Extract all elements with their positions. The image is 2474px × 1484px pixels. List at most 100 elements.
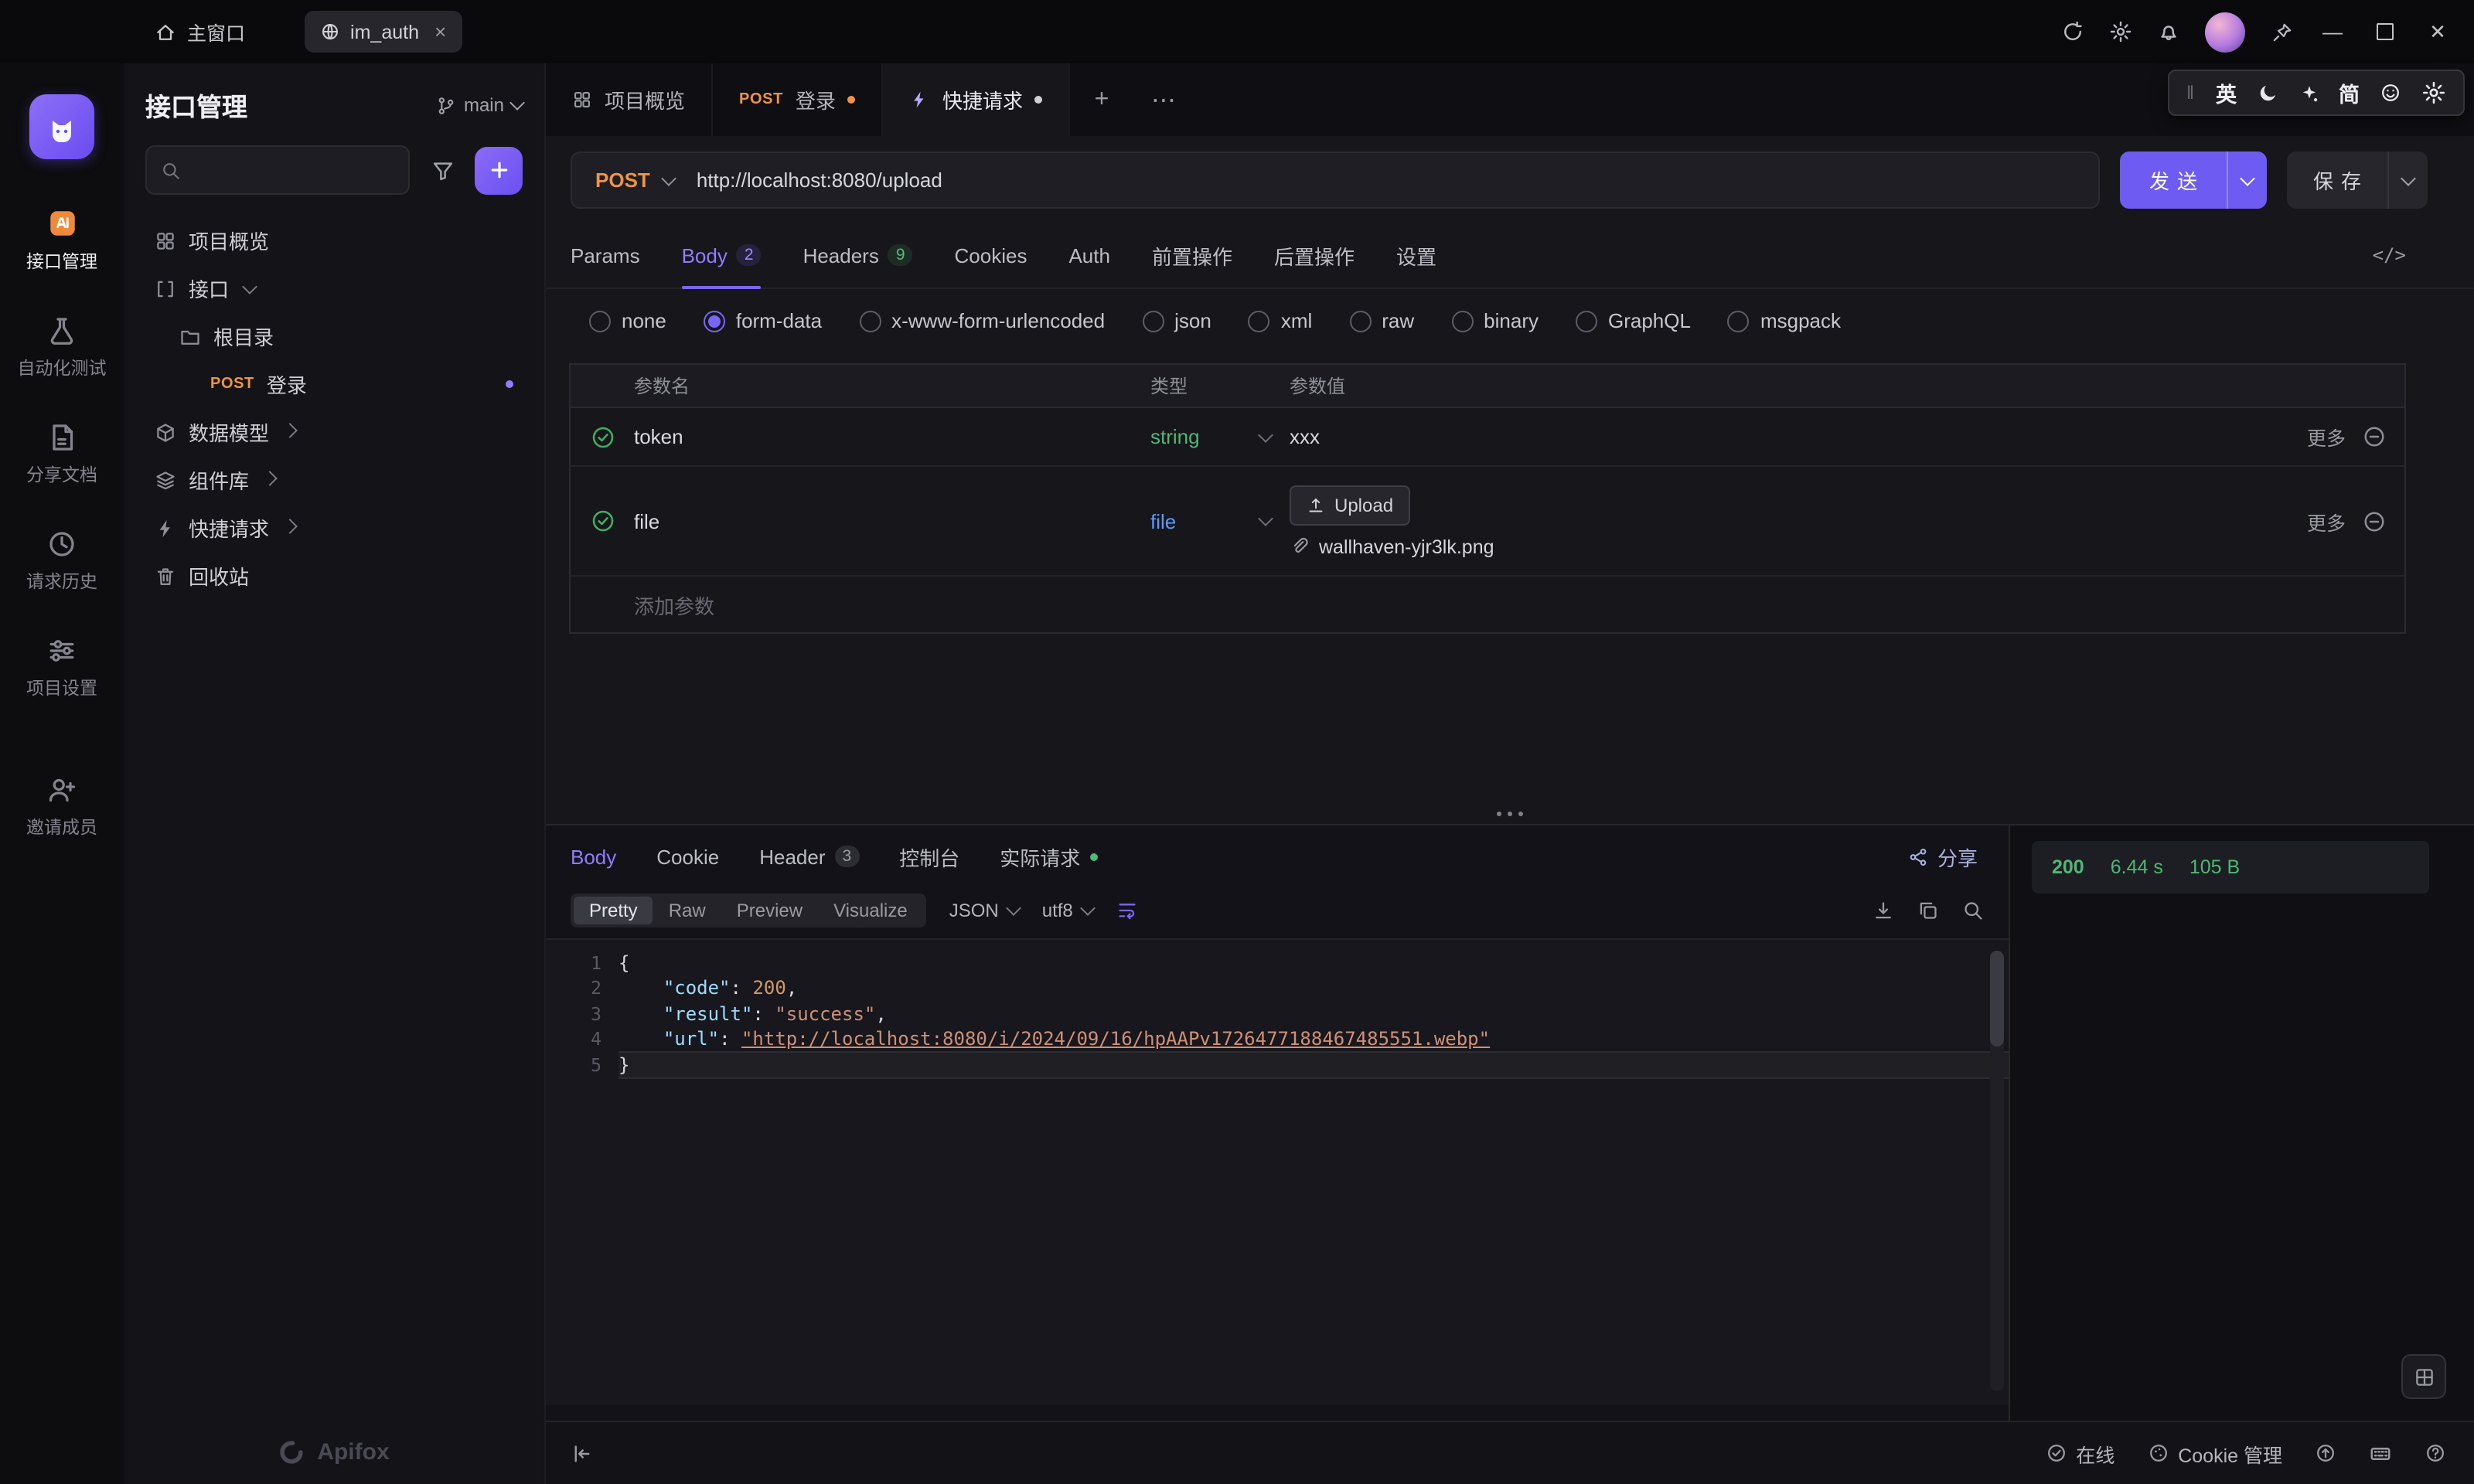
rail-item-request-history[interactable]: 请求历史 (0, 529, 124, 594)
body-type-xml[interactable]: xml (1248, 309, 1312, 332)
search-icon[interactable] (1962, 900, 1984, 921)
save-options-caret[interactable] (2387, 151, 2428, 209)
row-more-button[interactable]: 更多 (2307, 422, 2346, 451)
body-type-x-www-form-urlencoded[interactable]: x-www-form-urlencoded (859, 309, 1105, 332)
ime-simplified-toggle[interactable]: 简 (2339, 77, 2360, 108)
sidebar-item-apis[interactable]: 接口 (124, 264, 544, 312)
param-value-cell[interactable]: xxx (1290, 425, 2262, 448)
param-name-cell[interactable]: file (634, 509, 1150, 533)
body-type-none[interactable]: none (589, 309, 666, 332)
rail-item-share-docs[interactable]: 分享文档 (0, 422, 124, 487)
add-new-button[interactable] (475, 146, 523, 194)
param-type-select[interactable]: file (1150, 509, 1290, 533)
sidebar-item-login-api[interactable]: POST 登录 (124, 360, 544, 408)
tab-body[interactable]: Body 2 (681, 223, 762, 289)
format-select[interactable]: JSON (949, 900, 1021, 921)
add-param-row[interactable]: 添加参数 (571, 577, 2404, 632)
tab-close-icon[interactable]: × (434, 20, 446, 43)
body-type-msgpack[interactable]: msgpack (1727, 309, 1841, 332)
remove-row-icon[interactable] (2363, 425, 2386, 448)
response-body-editor[interactable]: 1 2 3 4 5 { "code": 200, "result": "success"… (546, 938, 2009, 1405)
app-logo[interactable] (29, 94, 94, 159)
tab-overflow-menu[interactable]: ⋯ (1133, 63, 1194, 136)
tab-pre-operations[interactable]: 前置操作 (1152, 223, 1232, 288)
emoji-smiley-icon[interactable] (2380, 82, 2401, 104)
settings-gear-icon[interactable] (2098, 10, 2142, 53)
scrollbar-thumb[interactable] (1990, 951, 2004, 1047)
user-avatar[interactable] (2205, 12, 2245, 52)
sidebar-item-component-library[interactable]: 组件库 (124, 456, 544, 504)
refresh-icon[interactable] (2050, 10, 2094, 53)
ime-drag-handle[interactable]: ‖ (2186, 82, 2196, 104)
send-options-caret[interactable] (2226, 151, 2267, 209)
tab-post-operations[interactable]: 后置操作 (1274, 223, 1355, 288)
body-type-raw[interactable]: raw (1349, 309, 1414, 332)
row-more-button[interactable]: 更多 (2307, 506, 2346, 536)
rail-item-auto-test[interactable]: 自动化测试 (0, 315, 124, 380)
param-type-select[interactable]: string (1150, 425, 1290, 448)
sidebar-item-project-overview[interactable]: 项目概览 (124, 216, 544, 264)
enabled-check-icon[interactable] (590, 424, 615, 449)
editor-scrollbar[interactable] (1990, 951, 2004, 1391)
tab-settings[interactable]: 设置 (1396, 223, 1436, 288)
sidebar-item-recycle-bin[interactable]: 回收站 (124, 552, 544, 600)
response-tab-actual-request[interactable]: 实际请求 (1000, 842, 1098, 871)
window-tab-im-auth[interactable]: im_auth × (304, 11, 462, 53)
minimize-button[interactable]: — (2309, 10, 2356, 53)
sidebar-item-quick-request[interactable]: 快捷请求 (124, 504, 544, 552)
view-pretty[interactable]: Pretty (574, 897, 653, 924)
close-window-button[interactable]: ✕ (2414, 10, 2462, 53)
word-wrap-toggle-icon[interactable] (1116, 900, 1138, 921)
body-type-form-data[interactable]: form-data (703, 309, 822, 332)
method-select[interactable]: POST (572, 168, 697, 192)
tab-headers[interactable]: Headers 9 (803, 223, 913, 288)
copy-icon[interactable] (1917, 900, 1939, 921)
tab-auth[interactable]: Auth (1068, 223, 1110, 288)
rail-item-api-management[interactable]: 接口管理 (0, 207, 124, 274)
collapse-sidebar-icon[interactable] (571, 1441, 594, 1465)
body-type-json[interactable]: json (1142, 309, 1211, 332)
body-type-binary[interactable]: binary (1451, 309, 1539, 332)
home-window-button[interactable]: 主窗口 (155, 17, 245, 46)
send-button[interactable]: 发送 (2119, 151, 2267, 209)
encoding-select[interactable]: utf8 (1042, 900, 1096, 921)
rail-item-invite-members[interactable]: 邀请成员 (0, 774, 124, 839)
share-button[interactable]: 分享 (1908, 842, 1978, 871)
panel-splitter-handle[interactable] (546, 804, 2474, 824)
ime-settings-gear-icon[interactable] (2421, 80, 2446, 105)
body-type-graphql[interactable]: GraphQL (1576, 309, 1691, 332)
tab-params[interactable]: Params (571, 223, 640, 288)
response-tab-body[interactable]: Body (571, 845, 616, 868)
save-button[interactable]: 保存 (2286, 151, 2428, 209)
view-visualize[interactable]: Visualize (818, 897, 923, 924)
rail-item-project-settings[interactable]: 项目设置 (0, 635, 124, 700)
branch-selector[interactable]: main (436, 94, 525, 116)
filter-icon[interactable] (422, 150, 462, 190)
view-preview[interactable]: Preview (721, 897, 818, 924)
param-name-cell[interactable]: token (634, 425, 1150, 448)
upgrade-button[interactable] (2315, 1442, 2336, 1464)
new-tab-button[interactable]: + (1071, 63, 1133, 136)
response-tab-cookie[interactable]: Cookie (656, 845, 719, 868)
download-icon[interactable] (1873, 900, 1894, 921)
remove-row-icon[interactable] (2363, 509, 2386, 533)
online-status[interactable]: 在线 (2045, 1438, 2114, 1468)
attached-file[interactable]: wallhaven-yjr3lk.png (1290, 536, 2262, 557)
upload-button[interactable]: Upload (1290, 485, 1411, 525)
response-tab-console[interactable]: 控制台 (899, 842, 959, 871)
sparkle-punctuation-icon[interactable] (2299, 83, 2319, 103)
response-tab-header[interactable]: Header 3 (759, 845, 860, 868)
ime-language-toggle[interactable]: 英 (2216, 77, 2237, 108)
doc-tab-quick-request[interactable]: 快捷请求 (883, 63, 1071, 136)
shortcuts-button[interactable] (2369, 1441, 2392, 1465)
view-raw[interactable]: Raw (653, 897, 721, 924)
doc-tab-project-overview[interactable]: 项目概览 (546, 63, 714, 136)
url-input[interactable]: http://localhost:8080/upload (697, 168, 942, 192)
cookie-manager-button[interactable]: Cookie 管理 (2147, 1438, 2282, 1468)
maximize-button[interactable] (2361, 10, 2409, 53)
sidebar-item-data-models[interactable]: 数据模型 (124, 408, 544, 456)
doc-tab-login[interactable]: POST 登录 (713, 63, 884, 136)
search-input[interactable] (145, 145, 410, 195)
code-view-toggle-icon[interactable]: </> (2373, 244, 2406, 266)
enabled-check-icon[interactable] (590, 509, 615, 533)
